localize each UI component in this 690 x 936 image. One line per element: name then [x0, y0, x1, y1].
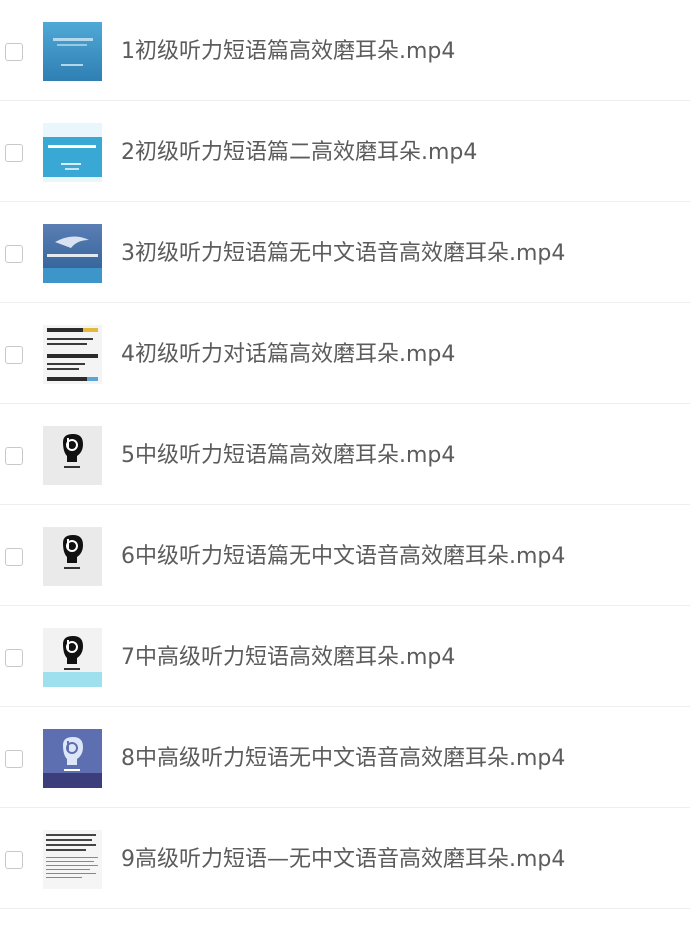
- file-checkbox[interactable]: [5, 447, 23, 465]
- video-thumbnail[interactable]: [43, 22, 102, 81]
- file-checkbox[interactable]: [5, 346, 23, 364]
- file-checkbox[interactable]: [5, 548, 23, 566]
- file-list: 1初级听力短语篇高效磨耳朵.mp4 2初级听力短语篇二高效磨耳朵.mp4 3初级听力…: [0, 0, 690, 936]
- file-name[interactable]: 6中级听力短语篇无中文语音高效磨耳朵.mp4: [121, 542, 565, 572]
- file-checkbox[interactable]: [5, 245, 23, 263]
- file-row[interactable]: 4初级听力对话篇高效磨耳朵.mp4: [0, 303, 690, 404]
- video-thumbnail[interactable]: [43, 527, 102, 586]
- file-row[interactable]: 3初级听力短语篇无中文语音高效磨耳朵.mp4: [0, 202, 690, 303]
- file-row[interactable]: 1初级听力短语篇高效磨耳朵.mp4: [0, 0, 690, 101]
- file-name[interactable]: 2初级听力短语篇二高效磨耳朵.mp4: [121, 138, 477, 168]
- file-checkbox[interactable]: [5, 43, 23, 61]
- file-row[interactable]: 9高级听力短语—无中文语音高效磨耳朵.mp4: [0, 808, 690, 909]
- file-row[interactable]: 7中高级听力短语高效磨耳朵.mp4: [0, 606, 690, 707]
- file-name[interactable]: 7中高级听力短语高效磨耳朵.mp4: [121, 643, 455, 673]
- file-row[interactable]: 2初级听力短语篇二高效磨耳朵.mp4: [0, 101, 690, 202]
- file-checkbox[interactable]: [5, 750, 23, 768]
- file-name[interactable]: 4初级听力对话篇高效磨耳朵.mp4: [121, 340, 455, 370]
- file-name[interactable]: 5中级听力短语篇高效磨耳朵.mp4: [121, 441, 455, 471]
- file-name[interactable]: 8中高级听力短语无中文语音高效磨耳朵.mp4: [121, 744, 565, 774]
- file-checkbox[interactable]: [5, 649, 23, 667]
- video-thumbnail[interactable]: [43, 426, 102, 485]
- file-name[interactable]: 9高级听力短语—无中文语音高效磨耳朵.mp4: [121, 845, 565, 875]
- video-thumbnail[interactable]: [43, 123, 102, 182]
- file-checkbox[interactable]: [5, 144, 23, 162]
- video-thumbnail[interactable]: [43, 729, 102, 788]
- file-checkbox[interactable]: [5, 851, 23, 869]
- video-thumbnail[interactable]: [43, 628, 102, 687]
- file-name[interactable]: 3初级听力短语篇无中文语音高效磨耳朵.mp4: [121, 239, 565, 269]
- video-thumbnail[interactable]: [43, 224, 102, 283]
- video-thumbnail[interactable]: [43, 325, 102, 384]
- file-row[interactable]: 8中高级听力短语无中文语音高效磨耳朵.mp4: [0, 707, 690, 808]
- video-thumbnail[interactable]: [43, 830, 102, 889]
- file-row[interactable]: 6中级听力短语篇无中文语音高效磨耳朵.mp4: [0, 505, 690, 606]
- file-row[interactable]: 5中级听力短语篇高效磨耳朵.mp4: [0, 404, 690, 505]
- file-name[interactable]: 1初级听力短语篇高效磨耳朵.mp4: [121, 37, 455, 67]
